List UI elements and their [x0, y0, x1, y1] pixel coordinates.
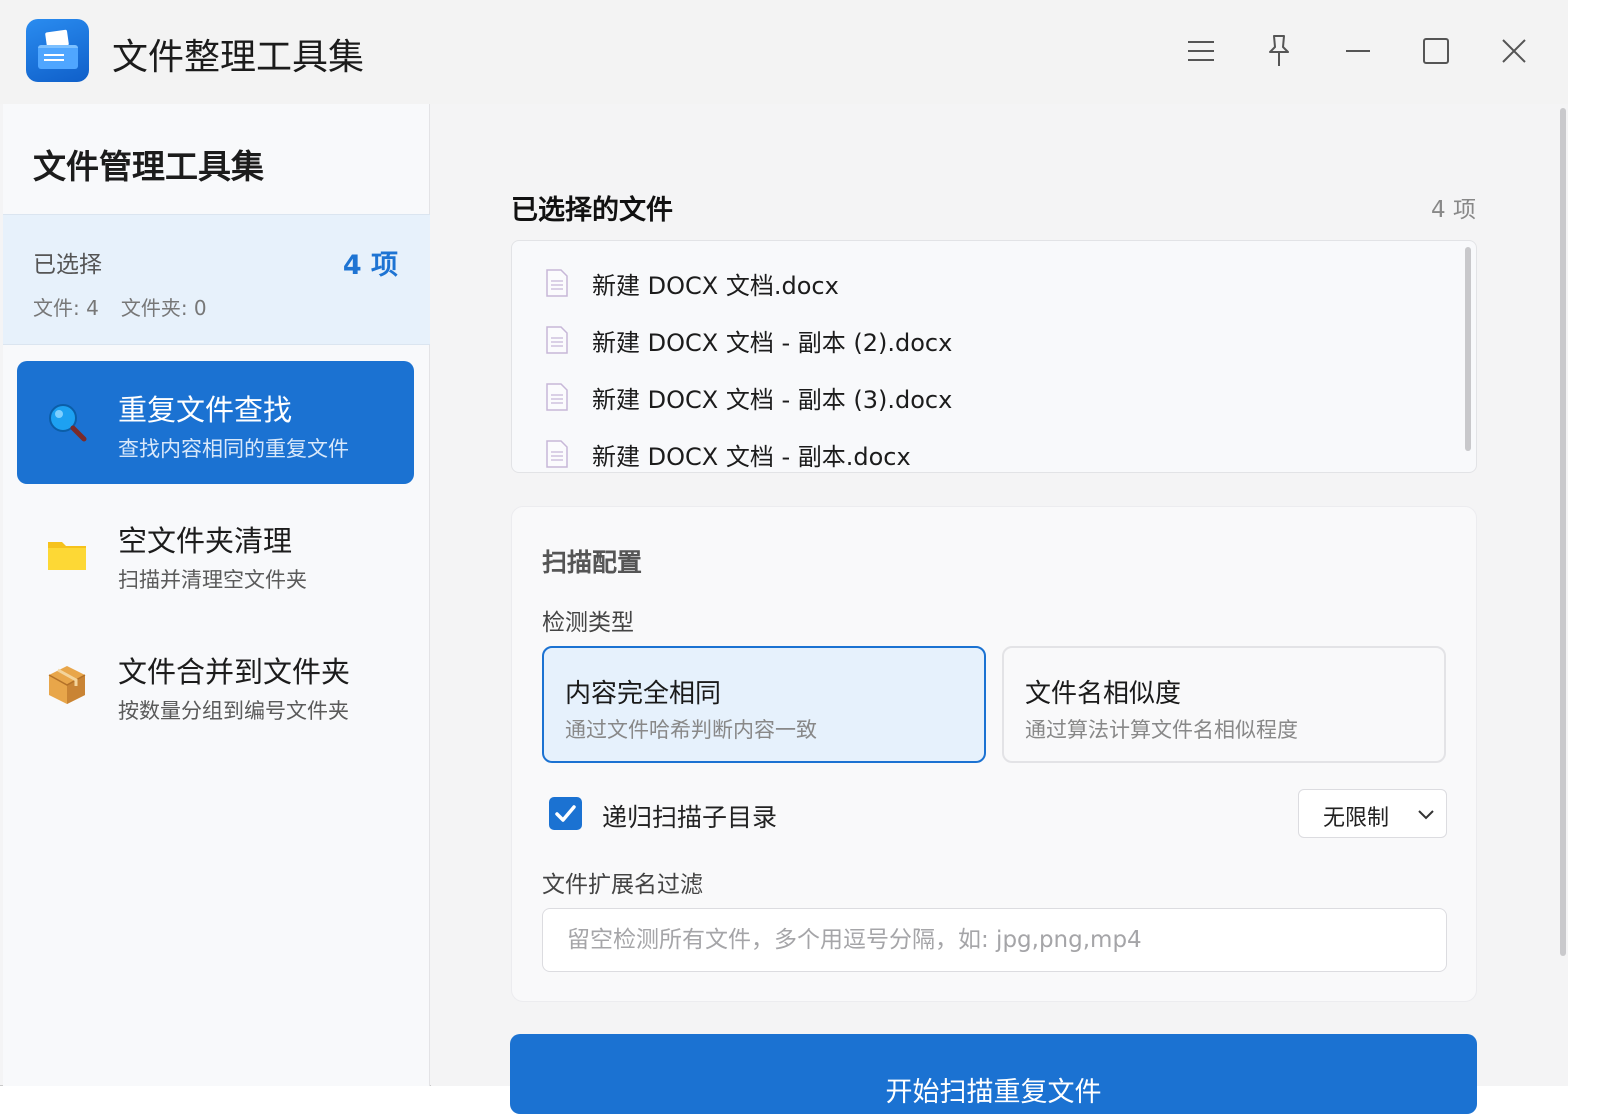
selected-files-count: 文件: 4	[33, 296, 99, 320]
list-item[interactable]: 新建 DOCX 文档.docx	[546, 263, 839, 303]
sidebar-item-subtitle: 查找内容相同的重复文件	[118, 437, 349, 461]
hamburger-icon[interactable]	[1176, 26, 1226, 76]
selected-count: 4 项	[342, 250, 398, 281]
file-name: 新建 DOCX 文档 - 副本 (2).docx	[592, 328, 953, 357]
title-bar[interactable]: 文件整理工具集	[0, 0, 1568, 104]
app-logo-icon	[26, 19, 89, 82]
file-name: 新建 DOCX 文档 - 副本.docx	[592, 442, 911, 471]
extension-filter-input[interactable]	[542, 908, 1447, 972]
extension-filter-label: 文件扩展名过滤	[542, 872, 703, 898]
main-scrollbar[interactable]	[1560, 108, 1566, 956]
recursive-scan-checkbox[interactable]	[549, 797, 582, 830]
selection-summary: 已选择 4 项 文件: 4 文件夹: 0	[3, 214, 430, 345]
option-content-identical[interactable]: 内容完全相同 通过文件哈希判断内容一致	[542, 646, 986, 763]
start-scan-button[interactable]: 开始扫描重复文件	[510, 1034, 1477, 1114]
sidebar-item-title: 重复文件查找	[118, 393, 293, 427]
sidebar-item-subtitle: 按数量分组到编号文件夹	[118, 699, 349, 723]
chevron-down-icon	[1416, 804, 1436, 828]
option-filename-similarity[interactable]: 文件名相似度 通过算法计算文件名相似程度	[1002, 646, 1446, 763]
list-item[interactable]: 新建 DOCX 文档 - 副本 (3).docx	[546, 377, 952, 417]
pin-icon[interactable]	[1254, 26, 1304, 76]
document-icon	[546, 269, 568, 297]
list-item[interactable]: 新建 DOCX 文档 - 副本.docx	[546, 434, 911, 472]
selected-files-heading: 已选择的文件	[511, 195, 673, 226]
selected-folders-count: 文件夹: 0	[120, 296, 207, 320]
scan-depth-select[interactable]: 无限制	[1298, 789, 1447, 838]
folder-icon	[45, 532, 89, 576]
sidebar-item-duplicate-finder[interactable]: 重复文件查找 查找内容相同的重复文件	[17, 361, 414, 484]
file-list-scrollbar[interactable]	[1465, 247, 1471, 451]
app-title: 文件整理工具集	[112, 37, 365, 78]
file-name: 新建 DOCX 文档 - 副本 (3).docx	[592, 385, 953, 414]
minimize-icon[interactable]	[1333, 26, 1383, 76]
selected-detail: 文件: 4 文件夹: 0	[33, 292, 229, 321]
close-icon[interactable]	[1489, 26, 1539, 76]
document-icon	[546, 326, 568, 354]
package-icon	[45, 663, 89, 707]
file-name: 新建 DOCX 文档.docx	[592, 271, 839, 300]
sidebar: 文件管理工具集 已选择 4 项 文件: 4 文件夹: 0 重复文件查找 查找内容相…	[3, 104, 430, 1086]
magnifier-icon	[45, 401, 89, 445]
document-icon	[546, 440, 568, 468]
app-window: 文件整理工具集 文件管理工具集 已选择 4 项 文件: 4 文件夹: 0 重复文…	[0, 0, 1568, 1114]
maximize-icon[interactable]	[1411, 26, 1461, 76]
recursive-scan-label[interactable]: 递归扫描子目录	[602, 798, 777, 834]
option-title: 文件名相似度	[1025, 679, 1182, 709]
scan-config-panel: 扫描配置 检测类型 内容完全相同 通过文件哈希判断内容一致 文件名相似度 通过算…	[511, 506, 1477, 1002]
scan-depth-value: 无限制	[1323, 806, 1390, 831]
sidebar-item-empty-folder-cleanup[interactable]: 空文件夹清理 扫描并清理空文件夹	[17, 492, 414, 615]
option-title: 内容完全相同	[565, 679, 722, 709]
sidebar-item-merge-to-folder[interactable]: 文件合并到文件夹 按数量分组到编号文件夹	[17, 623, 414, 746]
selected-files-count-badge: 4 项	[1431, 197, 1476, 223]
main-panel: 已选择的文件 4 项 新建 DOCX 文档.docx 新建 DOCX 文档 - …	[431, 104, 1568, 1114]
sidebar-item-subtitle: 扫描并清理空文件夹	[118, 568, 307, 592]
selected-label: 已选择	[33, 252, 102, 278]
scan-config-title: 扫描配置	[542, 548, 643, 577]
document-icon	[546, 383, 568, 411]
start-scan-label: 开始扫描重复文件	[885, 1077, 1102, 1108]
selected-files-list[interactable]: 新建 DOCX 文档.docx 新建 DOCX 文档 - 副本 (2).docx…	[511, 240, 1477, 473]
list-item[interactable]: 新建 DOCX 文档 - 副本 (2).docx	[546, 320, 952, 360]
sidebar-item-title: 空文件夹清理	[118, 524, 293, 558]
option-subtitle: 通过文件哈希判断内容一致	[565, 718, 817, 742]
detect-type-label: 检测类型	[542, 610, 634, 636]
sidebar-title: 文件管理工具集	[33, 147, 264, 186]
sidebar-item-title: 文件合并到文件夹	[118, 655, 351, 689]
option-subtitle: 通过算法计算文件名相似程度	[1025, 718, 1298, 742]
